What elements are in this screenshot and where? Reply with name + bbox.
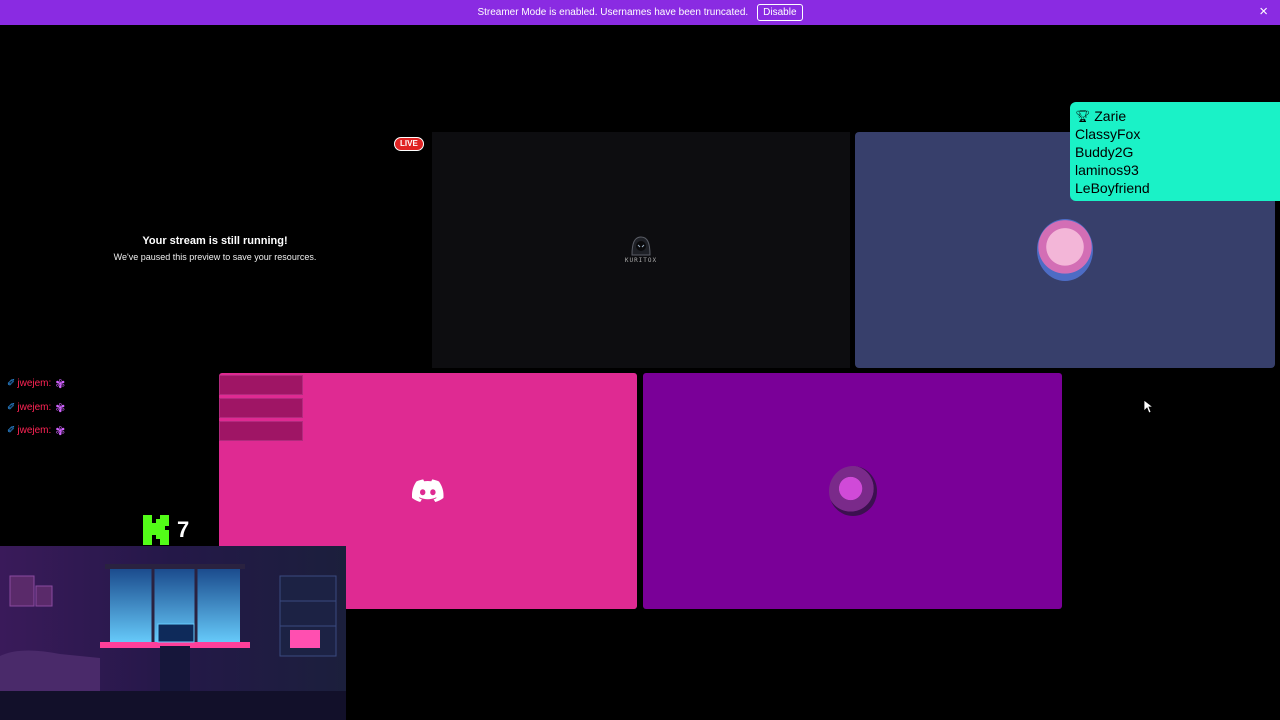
kick-viewer-counter: 7 — [143, 515, 189, 545]
leaderboard-row: LeBoyfriend — [1075, 179, 1275, 197]
leaderboard-entry: laminos93 — [1075, 162, 1139, 178]
kuritox-logo-text: KURITOX — [624, 257, 658, 264]
streamer-mode-banner: Streamer Mode is enabled. Usernames have… — [0, 0, 1280, 25]
leaderboard-row: Buddy2G — [1075, 143, 1275, 161]
chat-username: jwejem: — [17, 378, 52, 389]
emote-icon: ✾ — [55, 377, 66, 391]
participant-avatar — [828, 466, 877, 516]
leaderboard-row: laminos93 — [1075, 161, 1275, 179]
leaderboard-entry: Buddy2G — [1075, 144, 1134, 160]
sword-badge-icon: ✐ — [7, 378, 16, 389]
sword-badge-icon: ✐ — [7, 425, 16, 436]
paused-preview-message: Your stream is still running! We've paus… — [60, 235, 370, 262]
mouse-cursor-icon — [1143, 399, 1153, 414]
chat-username: jwejem: — [17, 425, 52, 436]
kick-logo-icon — [143, 515, 169, 545]
chat-message: ✐ jwejem: ✾ — [7, 425, 65, 437]
room-scene-illustration — [0, 546, 346, 720]
emote-icon: ✾ — [55, 424, 66, 438]
overlay-bar — [219, 398, 303, 418]
chat-overlay: ✐ jwejem: ✾ ✐ jwejem: ✾ ✐ jwejem: ✾ — [7, 378, 65, 449]
hooded-figure-icon — [631, 236, 651, 256]
chat-message: ✐ jwejem: ✾ — [7, 378, 65, 390]
pink-tile-overlay-bars — [219, 375, 303, 444]
leaderboard-entry: LeBoyfriend — [1075, 180, 1150, 196]
overlay-bar — [219, 375, 303, 395]
paused-subtitle: We've paused this preview to save your r… — [113, 252, 317, 262]
sword-badge-icon: ✐ — [7, 401, 16, 413]
participant-tile-purple[interactable] — [643, 373, 1062, 609]
close-icon[interactable]: × — [1259, 4, 1268, 20]
leaderboard-widget: 🏆︎ Zarie ClassyFox Buddy2G laminos93 LeB… — [1070, 102, 1280, 201]
kick-count: 7 — [177, 517, 190, 542]
participant-avatar — [1037, 219, 1093, 281]
live-badge: LIVE — [394, 137, 424, 151]
emote-icon: ✾ — [55, 400, 66, 415]
participant-tile-kuritox[interactable]: KURITOX — [432, 132, 850, 368]
disable-streamer-mode-button[interactable]: Disable — [757, 4, 803, 21]
leaderboard-entry: Zarie — [1094, 108, 1127, 124]
leaderboard-row: ClassyFox — [1075, 125, 1275, 143]
paused-title: Your stream is still running! — [142, 235, 288, 247]
room-scene-image — [0, 546, 346, 720]
discord-icon — [412, 479, 444, 502]
leaderboard-entry: ClassyFox — [1075, 126, 1141, 142]
kuritox-logo: KURITOX — [625, 236, 657, 264]
chat-username: jwejem: — [17, 401, 52, 413]
overlay-bar — [219, 421, 303, 441]
chat-message: ✐ jwejem: ✾ — [7, 402, 65, 414]
leaderboard-row: 🏆︎ Zarie — [1075, 107, 1275, 125]
streamer-mode-message: Streamer Mode is enabled. Usernames have… — [477, 7, 749, 18]
trophy-icon: 🏆︎ — [1075, 109, 1091, 123]
